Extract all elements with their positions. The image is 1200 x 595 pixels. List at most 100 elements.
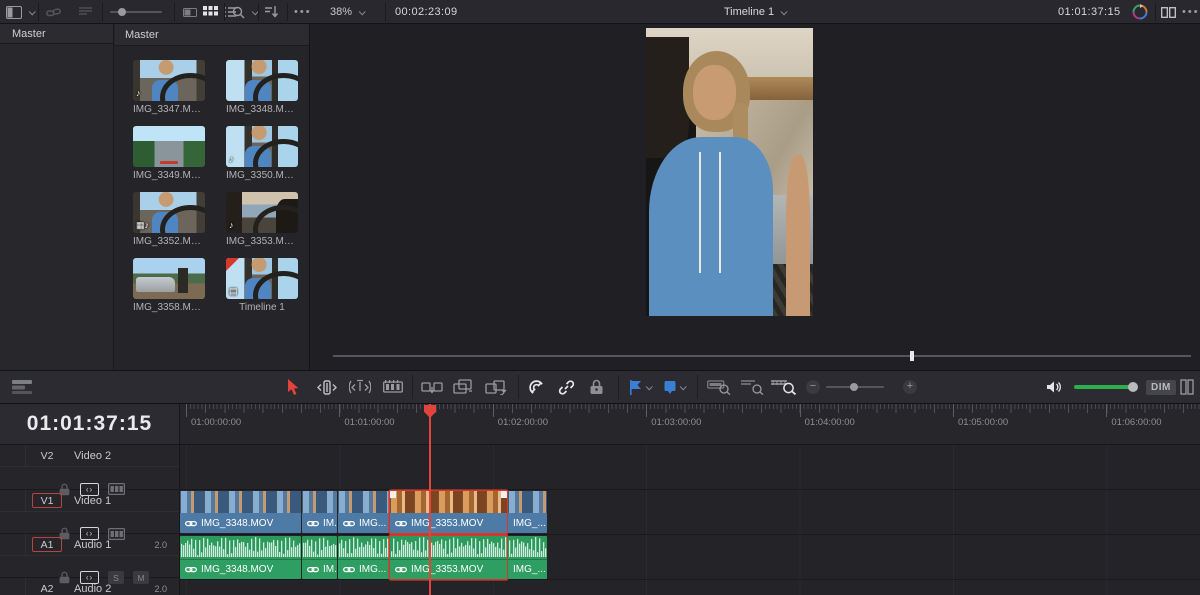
media-clip[interactable]: ♪IMG_3353.MOV [226,192,298,247]
media-clip-thumbnail[interactable] [133,126,205,167]
media-clip[interactable]: IMG_3348.MOV [226,60,298,115]
bin-tree-master[interactable]: Master [0,24,113,44]
playhead-timecode: 01:01:37:15 [27,412,152,436]
timeline-zoom-slider[interactable] [826,371,884,403]
media-clip[interactable]: IMG_3358.MOV [133,258,205,313]
track-destination-badge[interactable]: A2 [32,581,62,595]
marker-button[interactable] [664,371,685,403]
audio-monitor-button[interactable] [1046,371,1062,403]
playhead[interactable] [429,404,431,595]
track-destination-badge[interactable]: A1 [32,537,62,552]
media-clip[interactable]: ♪ IMG_3347.MOV [133,60,205,115]
timeline-audio-clip[interactable]: IMG_3348.MOV [180,536,301,579]
overwrite-clip-button[interactable] [453,371,473,403]
top-more-button[interactable]: ••• [1182,0,1200,24]
zoom-in-button[interactable]: + [903,371,917,403]
volume-handle[interactable] [1128,382,1138,392]
track-name: Audio 1 [74,539,154,551]
clip-label: IMG_... [513,518,546,529]
filmstrip-view-icon[interactable] [183,7,197,18]
major-tick [1106,404,1107,417]
media-clip-label: IMG_3347.MOV [133,104,205,115]
timeline-audio-clip[interactable]: IMG_3353.MOV [390,536,507,579]
media-clip-thumbnail[interactable]: ♪ [133,60,205,101]
media-clip[interactable]: IMG_3349.MOV [133,126,205,181]
track-header-a1[interactable]: A1 Audio 1 2.0 ‹› S M [0,534,179,578]
thumbnail-size-slider[interactable] [110,0,162,24]
replace-clip-button[interactable] [485,371,507,403]
trim-handle-right[interactable] [501,491,507,498]
dual-viewer-button[interactable] [1161,0,1176,24]
timeline-ruler[interactable]: 01:00:00:0001:01:00:0001:02:00:0001:03:0… [180,404,1200,445]
bin-tree: Master [0,24,114,370]
timeline-audio-clip[interactable]: IMG... [338,536,389,579]
linked-selection-toggle[interactable] [558,371,575,403]
trim-edit-mode-tool[interactable] [316,371,338,403]
track-destination-badge[interactable]: V1 [32,493,62,508]
slider-handle[interactable] [118,8,126,16]
detail-zoom-button[interactable] [740,371,764,403]
clip-name-bar: IM... [302,513,337,533]
scrub-playhead-handle[interactable] [910,351,914,361]
panel-toggle-button[interactable] [6,0,34,24]
view-mode-group [183,0,236,24]
media-clip[interactable]: ▤Timeline 1 [226,258,298,313]
timeline-video-clip[interactable]: IMG... [338,491,389,533]
snapping-toggle[interactable] [528,371,545,403]
sort-icon [265,6,279,18]
trim-handle-left[interactable] [390,491,396,498]
dim-button[interactable]: DIM [1146,371,1176,403]
mixer-button[interactable] [1180,371,1194,403]
track-header-v2[interactable]: V2 Video 2 ‹› [0,445,179,490]
timeline-audio-clip[interactable]: IMG_... [508,536,547,579]
chevron-down-icon [680,383,687,390]
search-button[interactable] [232,0,257,24]
unlink-bin-button[interactable] [46,0,61,24]
insert-clip-button[interactable] [421,371,443,403]
viewer-scrub-bar[interactable] [333,355,1191,357]
sort-button[interactable] [265,0,279,24]
timeline-selector[interactable]: Timeline 1 [724,0,786,24]
major-tick [646,404,647,417]
track-header-v1[interactable]: V1 Video 1 ‹› [0,490,179,534]
zoom-level-select[interactable]: 38% [330,0,364,24]
razor-edit-mode-tool[interactable] [383,371,403,403]
timeline-timecode-box[interactable]: 01:01:37:15 [0,404,180,445]
position-lock-toggle[interactable] [589,371,604,403]
timeline-video-clip[interactable]: IMG_... [508,491,547,533]
timeline-video-clip[interactable]: IMG_3353.MOV [390,491,507,533]
custom-zoom-button[interactable] [770,371,796,403]
media-clip-thumbnail[interactable]: ▤ [226,258,298,299]
media-clip-thumbnail[interactable]: ▦♪ [133,192,205,233]
timeline-video-clip[interactable]: IMG_3348.MOV [180,491,301,533]
timeline-video-clip[interactable]: IM... [302,491,337,533]
timeline-view-options-button[interactable] [12,371,32,403]
zoom-out-button[interactable]: − [806,371,820,403]
track-lanes[interactable]: IMG_3348.MOV IMG_3348.MOV IM... IM... IM… [180,445,1200,595]
media-clip-thumbnail[interactable]: ♪ [226,126,298,167]
timeline-audio-clip[interactable]: IM... [302,536,337,579]
divider [618,375,619,399]
media-clip-thumbnail[interactable] [133,258,205,299]
flag-button[interactable] [629,371,651,403]
monitor-volume-slider[interactable] [1074,371,1136,403]
slider-handle[interactable] [850,383,858,391]
timeline-icon: ▤ [229,287,238,296]
media-pool-more-button[interactable]: ••• [294,0,312,24]
clip-label: IMG_3353.MOV [411,518,483,529]
media-clip[interactable]: ▦♪IMG_3352.MOV [133,192,205,247]
usage-filter-button[interactable] [78,0,93,24]
media-clip-thumbnail[interactable] [226,60,298,101]
full-extent-zoom-button[interactable] [707,371,731,403]
resolve-color-button[interactable] [1132,0,1148,24]
track-lane-a2[interactable] [180,581,1200,595]
track-header-a2[interactable]: A2 Audio 2 2.0 ‹› S M [0,578,179,595]
master-timecode: 01:01:37:15 [1058,0,1121,24]
track-lane-v2[interactable] [180,445,1200,490]
media-clip-thumbnail[interactable]: ♪ [226,192,298,233]
dynamic-trim-mode-tool[interactable] [349,371,371,403]
grid-view-icon[interactable] [203,6,218,18]
track-destination-badge[interactable]: V2 [32,448,62,463]
media-clip[interactable]: ♪IMG_3350.MOV [226,126,298,181]
selection-mode-tool[interactable] [286,371,301,403]
